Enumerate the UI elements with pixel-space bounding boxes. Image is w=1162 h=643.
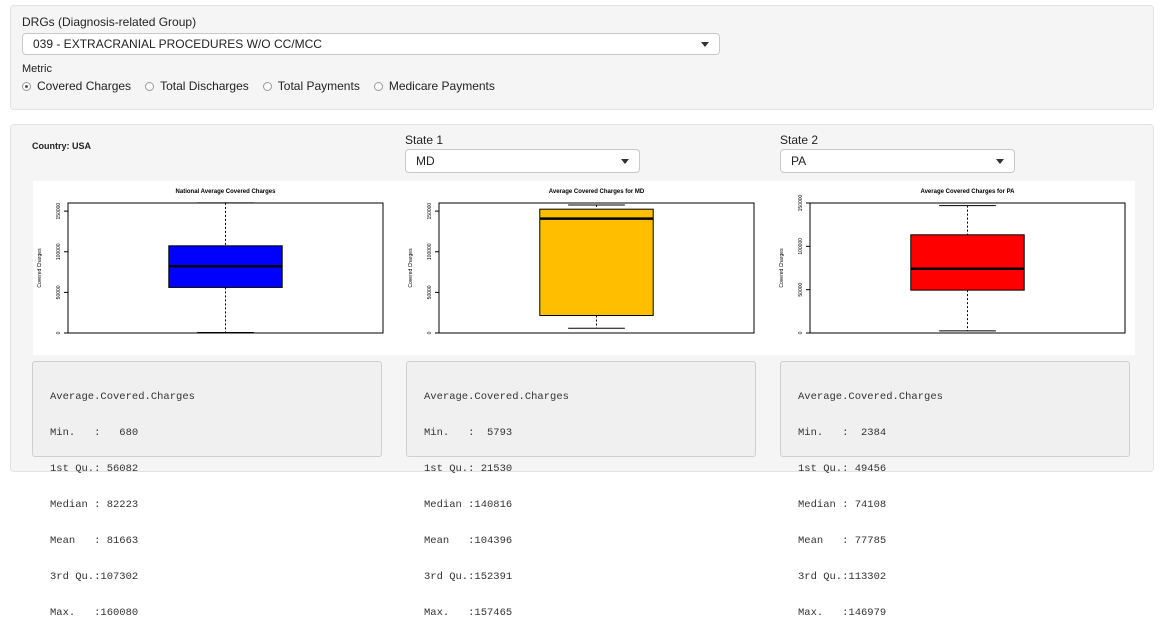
y-tick-label: 0 <box>798 331 804 334</box>
summary-line: Mean : 81663 <box>50 535 139 547</box>
drg-select-value: 039 - EXTRACRANIAL PROCEDURES W/O CC/MCC <box>33 37 322 51</box>
summary-line: Min. : 2384 <box>798 427 887 439</box>
boxplot-pa: Average Covered Charges for PA Covered Ch… <box>775 181 1135 355</box>
y-tick-label: 150000 <box>56 203 62 220</box>
state2-select-value: PA <box>791 154 807 168</box>
radio-icon[interactable] <box>145 81 155 91</box>
output-panel: Country: USA State 1 MD State 2 PA Natio… <box>10 124 1154 619</box>
boxplot-md-svg: Average Covered Charges for MD Covered Ch… <box>408 189 755 334</box>
summary-line: Median :140816 <box>424 499 513 511</box>
chevron-down-icon <box>621 158 629 164</box>
summary-line: 1st Qu.: 49456 <box>798 463 887 475</box>
boxplot-pa-svg: Average Covered Charges for PA Covered Ch… <box>779 189 1126 334</box>
radio-icon[interactable] <box>22 81 31 91</box>
summary-line: Max. :160080 <box>50 607 139 619</box>
summary-md: Average.Covered.Charges Min. : 5793 1st … <box>406 361 756 619</box>
iqr-box <box>539 208 654 317</box>
summary-line: 1st Qu.: 56082 <box>50 463 139 475</box>
summary-line: Max. :157465 <box>424 607 513 619</box>
input-panel: DRGs (Diagnosis-related Group) 039 - EXT… <box>10 5 1154 110</box>
y-axis-label: Covered Charges <box>408 248 414 288</box>
metric-label: Metric <box>22 63 52 75</box>
state2-label: State 2 <box>780 133 819 147</box>
summary-line: 3rd Qu.:152391 <box>424 571 513 583</box>
summary-line: Min. : 5793 <box>424 427 513 439</box>
radio-label: Total Discharges <box>160 79 249 93</box>
y-axis-label: Covered Charges <box>37 248 43 288</box>
summary-national: Average.Covered.Charges Min. : 680 1st Q… <box>32 361 382 619</box>
state1-select[interactable]: MD <box>405 149 640 173</box>
y-tick-label: 50000 <box>798 282 804 296</box>
y-tick-label: 50000 <box>427 285 433 299</box>
chevron-down-icon <box>996 158 1004 164</box>
chart-title: Average Covered Charges for PA <box>920 189 1015 195</box>
radio-label: Total Payments <box>277 79 360 93</box>
state2-select[interactable]: PA <box>780 149 1015 173</box>
state1-label: State 1 <box>405 133 444 147</box>
summary-line: Median : 82223 <box>50 499 139 511</box>
radio-total-payments[interactable]: Total Payments <box>262 79 360 93</box>
summary-line: Median : 74108 <box>798 499 887 511</box>
y-tick-label: 100000 <box>56 243 62 260</box>
radio-icon[interactable] <box>373 81 383 91</box>
radio-label: Covered Charges <box>37 79 132 93</box>
summary-line: 3rd Qu.:107302 <box>50 571 139 583</box>
y-tick-label: 100000 <box>427 243 433 260</box>
y-tick-label: 0 <box>427 331 433 334</box>
drg-select[interactable]: 039 - EXTRACRANIAL PROCEDURES W/O CC/MCC <box>22 33 720 55</box>
summary-line: Mean : 77785 <box>798 535 887 547</box>
radio-covered-charges[interactable]: Covered Charges <box>22 79 131 93</box>
summary-line: 3rd Qu.:113302 <box>798 571 887 583</box>
summary-pa: Average.Covered.Charges Min. : 2384 1st … <box>780 361 1130 619</box>
boxplot-national: National Average Covered Charges Covered … <box>33 181 393 355</box>
radio-total-discharges[interactable]: Total Discharges <box>145 79 249 93</box>
radio-icon[interactable] <box>262 81 272 91</box>
summary-header: Average.Covered.Charges <box>798 391 943 403</box>
y-tick-label: 0 <box>56 331 62 334</box>
summary-header: Average.Covered.Charges <box>50 391 195 403</box>
plots-area: National Average Covered Charges Covered … <box>33 181 1135 355</box>
y-tick-label: 150000 <box>798 194 804 211</box>
summary-header: Average.Covered.Charges <box>424 391 569 403</box>
y-tick-label: 100000 <box>798 238 804 255</box>
radio-label: Medicare Payments <box>388 79 495 93</box>
boxplot-md: Average Covered Charges for MD Covered Ch… <box>404 181 764 355</box>
radio-medicare-payments[interactable]: Medicare Payments <box>373 79 495 93</box>
chart-title: Average Covered Charges for MD <box>549 189 645 195</box>
summary-line: 1st Qu.: 21530 <box>424 463 513 475</box>
summary-line: Min. : 680 <box>50 427 139 439</box>
y-tick-label: 150000 <box>427 203 433 220</box>
boxplot-national-svg: National Average Covered Charges Covered … <box>37 189 384 334</box>
metric-radio-group: Covered Charges Total Discharges Total P… <box>22 79 509 93</box>
summary-line: Mean :104396 <box>424 535 513 547</box>
iqr-box <box>910 234 1025 291</box>
y-axis-label: Covered Charges <box>779 248 785 288</box>
y-tick-label: 50000 <box>56 285 62 299</box>
chart-title: National Average Covered Charges <box>176 189 277 195</box>
state1-select-value: MD <box>416 154 435 168</box>
country-label: Country: USA <box>32 141 91 151</box>
drg-label: DRGs (Diagnosis-related Group) <box>22 15 197 29</box>
summary-line: Max. :146979 <box>798 607 887 619</box>
chevron-down-icon <box>701 41 709 47</box>
